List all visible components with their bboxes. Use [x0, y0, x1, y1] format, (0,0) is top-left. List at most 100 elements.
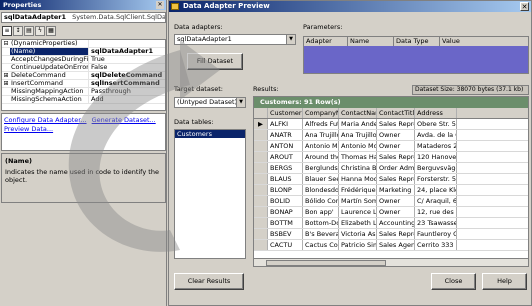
table-cell[interactable]: CACTU — [268, 240, 303, 250]
table-cell[interactable]: Obere Str. 57 — [415, 119, 457, 129]
list-item[interactable]: Customers — [175, 130, 245, 138]
table-cell[interactable]: Frédérique Citeaux — [339, 185, 377, 195]
expander-icon[interactable]: ⊟ — [2, 40, 10, 47]
property-row[interactable]: AcceptChangesDuringFill True — [2, 56, 165, 64]
table-cell[interactable]: Ana Trujillo — [339, 130, 377, 140]
table-cell[interactable]: 23 Tsawassen Blvd. — [415, 218, 457, 228]
data-adapter-select[interactable]: sqlDataAdapter1 ▼ — [174, 34, 296, 45]
col-header[interactable]: CustomerID — [268, 108, 303, 118]
results-grid[interactable]: Customers: 91 Row(s) CustomerID CompanyN… — [253, 96, 529, 267]
property-row[interactable]: MissingMappingAction Passthrough — [2, 88, 165, 96]
preview-data-link[interactable]: Preview Data... — [4, 125, 53, 133]
expander-icon[interactable] — [2, 64, 10, 71]
property-row[interactable]: MissingSchemaAction Add — [2, 96, 165, 104]
expander-icon[interactable] — [2, 48, 10, 55]
property-value[interactable]: sqlDeleteCommand — [88, 72, 165, 79]
table-cell[interactable]: 120 Hanover Sq. — [415, 152, 457, 162]
table-cell[interactable]: 24, place Kléber — [415, 185, 457, 195]
scrollbar-thumb[interactable] — [266, 260, 386, 266]
table-cell[interactable]: Sales Agent — [377, 240, 415, 250]
alphabetical-icon[interactable]: ↕ — [13, 26, 23, 36]
table-cell[interactable]: BLAUS — [268, 174, 303, 184]
table-cell[interactable]: Christina Berglund — [339, 163, 377, 173]
row-selector[interactable] — [254, 240, 268, 250]
table-cell[interactable]: Maria Anders — [339, 119, 377, 129]
row-selector[interactable] — [254, 185, 268, 195]
table-cell[interactable]: Martín Sommer — [339, 196, 377, 206]
table-cell[interactable]: Cerrito 333 — [415, 240, 457, 250]
table-cell[interactable]: Blondesddsl père et fils — [303, 185, 339, 195]
table-cell[interactable]: Alfreds Futterkiste — [303, 119, 339, 129]
property-value[interactable]: Add — [88, 96, 165, 103]
table-row[interactable]: BOTTMBottom-Dollar MarketsElizabeth Linc… — [254, 218, 528, 229]
row-selector[interactable] — [254, 163, 268, 173]
expander-icon[interactable] — [2, 56, 10, 63]
expander-icon[interactable] — [2, 88, 10, 95]
row-selector[interactable] — [254, 218, 268, 228]
table-cell[interactable]: Blauer See Delikatessen — [303, 174, 339, 184]
row-selector[interactable] — [254, 207, 268, 217]
table-cell[interactable]: Sales Representative — [377, 174, 415, 184]
table-cell[interactable]: Forsterstr. 57 — [415, 174, 457, 184]
table-cell[interactable]: Fauntleroy Circus — [415, 229, 457, 239]
row-selector[interactable] — [254, 196, 268, 206]
close-icon[interactable]: ✕ — [520, 2, 529, 11]
table-cell[interactable]: BOLID — [268, 196, 303, 206]
property-value[interactable] — [88, 40, 165, 47]
property-value[interactable]: sqlDataAdapter1 — [88, 48, 165, 55]
row-selector[interactable] — [254, 141, 268, 151]
table-cell[interactable]: BSBEV — [268, 229, 303, 239]
table-cell[interactable]: 12, rue des Bouchers — [415, 207, 457, 217]
table-row[interactable]: BLAUSBlauer See DelikatessenHanna MoosSa… — [254, 174, 528, 185]
table-cell[interactable]: Thomas Hardy — [339, 152, 377, 162]
table-cell[interactable]: Owner — [377, 130, 415, 140]
table-cell[interactable]: Sales Representative — [377, 152, 415, 162]
table-cell[interactable]: Patricio Simpson — [339, 240, 377, 250]
property-value[interactable]: True — [88, 56, 165, 63]
table-row[interactable]: BOLIDBólido Comidas preparadasMartín Som… — [254, 196, 528, 207]
col-header[interactable]: Address — [415, 108, 457, 118]
table-cell[interactable]: Berguvsvägen 8 — [415, 163, 457, 173]
expander-icon[interactable]: ⊞ — [2, 72, 10, 79]
property-row[interactable]: ⊞ DeleteCommand sqlDeleteCommand — [2, 72, 165, 80]
table-cell[interactable]: BLONP — [268, 185, 303, 195]
properties-icon[interactable]: ▤ — [24, 26, 34, 36]
data-tables-list[interactable]: Customers — [174, 129, 246, 259]
table-cell[interactable]: Victoria Ashworth — [339, 229, 377, 239]
horizontal-scrollbar[interactable] — [254, 258, 528, 266]
expander-icon[interactable]: ⊞ — [2, 80, 10, 87]
table-row[interactable]: CACTUCactus Comidas para llevarPatricio … — [254, 240, 528, 251]
property-value[interactable]: Passthrough — [88, 88, 165, 95]
table-cell[interactable]: Around the Horn — [303, 152, 339, 162]
property-value[interactable]: False — [88, 64, 165, 71]
configure-adapter-link[interactable]: Configure Data Adapter... — [4, 116, 87, 124]
table-cell[interactable]: Hanna Moos — [339, 174, 377, 184]
generate-dataset-link[interactable]: Generate Dataset... — [92, 116, 156, 124]
table-row[interactable]: ANATRAna Trujillo EmparedadosAna Trujill… — [254, 130, 528, 141]
property-row[interactable]: (Name) sqlDataAdapter1 — [2, 48, 165, 56]
table-cell[interactable]: Marketing Manager — [377, 185, 415, 195]
col-header[interactable]: ContactTitle — [377, 108, 415, 118]
table-cell[interactable]: Order Administrator — [377, 163, 415, 173]
table-cell[interactable]: Antonio Moreno — [339, 141, 377, 151]
table-cell[interactable]: Bottom-Dollar Markets — [303, 218, 339, 228]
expander-icon[interactable] — [2, 96, 10, 103]
categorized-icon[interactable]: ≡ — [2, 26, 12, 36]
table-cell[interactable]: BERGS — [268, 163, 303, 173]
table-cell[interactable]: Berglunds snabbköp — [303, 163, 339, 173]
table-cell[interactable]: B's Beverages — [303, 229, 339, 239]
table-row[interactable]: BSBEVB's BeveragesVictoria AshworthSales… — [254, 229, 528, 240]
row-selector[interactable] — [254, 174, 268, 184]
table-cell[interactable]: AROUT — [268, 152, 303, 162]
table-cell[interactable]: BONAP — [268, 207, 303, 217]
fill-dataset-button[interactable]: Fill Dataset — [187, 53, 243, 70]
table-cell[interactable]: Owner — [377, 207, 415, 217]
close-button[interactable]: Close — [431, 273, 476, 290]
table-row[interactable]: ANTONAntonio Moreno TaqueríaAntonio More… — [254, 141, 528, 152]
table-cell[interactable]: Bólido Comidas preparadas — [303, 196, 339, 206]
table-row[interactable]: ▶ALFKIAlfreds FutterkisteMaria AndersSal… — [254, 119, 528, 130]
property-row[interactable]: ⊟ (DynamicProperties) — [2, 40, 165, 48]
clear-results-button[interactable]: Clear Results — [174, 273, 244, 290]
help-button[interactable]: Help — [482, 273, 527, 290]
table-cell[interactable]: ALFKI — [268, 119, 303, 129]
